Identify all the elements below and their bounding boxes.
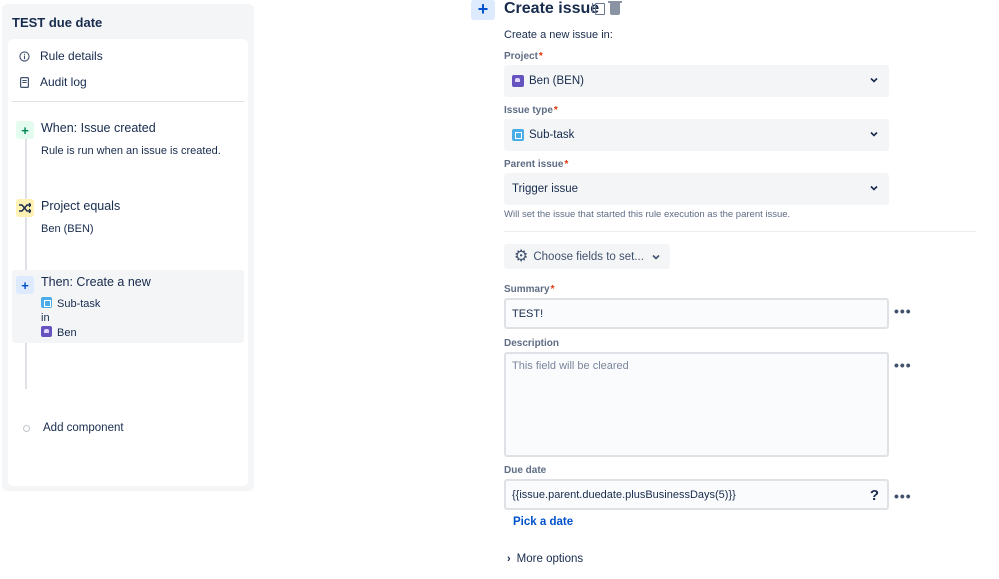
chevron-down-icon [870,77,878,83]
subtask-icon [512,129,524,141]
chevron-down-icon [652,254,660,260]
action-step[interactable]: + Then: Create a new Sub-task in Ben [12,270,244,343]
action-issue-type-label: Sub-task [57,298,101,310]
project-avatar-icon [41,326,52,337]
audit-log-label: Audit log [40,75,87,89]
trigger-title: When: Issue created [41,121,156,135]
description-textarea[interactable]: This field will be cleared [504,352,889,457]
issue-type-select[interactable]: Sub-task [504,119,889,151]
choose-fields-button[interactable]: ⚙ Choose fields to set... [504,244,670,269]
condition-step[interactable]: Project equals Ben (BEN) [12,193,244,237]
copy-icon[interactable] [592,3,605,15]
gear-icon: ⚙ [514,247,529,265]
chevron-down-icon [870,185,878,191]
summary-input[interactable]: TEST! [504,298,889,329]
rule-outline-panel: Rule details Audit log + When: Issue cre… [8,39,248,486]
due-date-input-value: {{issue.parent.duedate.plusBusinessDays(… [512,488,736,501]
parent-issue-helper: Will set the issue that started this rul… [504,209,791,220]
rule-details-label: Rule details [40,49,103,63]
due-date-input[interactable]: {{issue.parent.duedate.plusBusinessDays(… [504,479,889,510]
description-more-icon[interactable]: ••• [894,358,912,372]
action-project-label: Ben [57,327,77,339]
audit-log-link[interactable]: Audit log [18,72,87,92]
help-icon[interactable]: ? [870,487,879,504]
automation-rule-editor: TEST due date Rule details Audit log + W… [0,0,999,579]
sidebar-divider [12,101,244,102]
section-divider [504,231,976,232]
add-component-dot-icon [23,424,30,432]
action-connector: in [41,312,50,324]
condition-title: Project equals [41,199,121,213]
description-placeholder: This field will be cleared [512,360,629,372]
more-options-toggle[interactable]: › More options [507,553,583,565]
action-issue-type: Sub-task [41,297,100,310]
description-label: Description [504,338,560,349]
form-intro: Create a new issue in: [504,29,613,41]
chevron-down-icon [870,131,878,137]
action-title: Then: Create a new [41,275,151,289]
project-label: Project* [504,51,543,62]
document-icon [18,76,30,88]
subtask-icon [41,297,52,308]
more-options-label: More options [516,553,584,565]
trash-icon[interactable] [608,1,622,15]
summary-input-value: TEST! [512,307,544,320]
parent-issue-select[interactable]: Trigger issue [504,173,889,205]
parent-issue-select-value: Trigger issue [512,183,579,195]
issue-type-select-value: Sub-task [529,129,575,141]
issue-type-label: Issue type* [504,105,558,116]
action-plus-icon-header: + [471,0,495,20]
trigger-description: Rule is run when an issue is created. [41,145,221,157]
shuffle-icon [16,199,34,217]
due-date-more-icon[interactable]: ••• [894,489,912,503]
add-component-label: Add component [43,422,124,434]
choose-fields-label: Choose fields to set... [533,250,644,263]
summary-label: Summary* [504,284,555,295]
chevron-right-icon: › [507,553,511,565]
summary-more-icon[interactable]: ••• [894,304,912,318]
action-project: Ben [41,326,77,339]
pick-a-date-link[interactable]: Pick a date [513,516,573,528]
rule-title: TEST due date [12,15,103,30]
trigger-step[interactable]: + When: Issue created Rule is run when a… [12,115,244,165]
project-select[interactable]: Ben (BEN) [504,65,889,97]
add-component-button[interactable]: Add component [23,422,124,434]
trigger-plus-icon: + [16,121,34,139]
due-date-label: Due date [504,465,547,476]
title-tools [592,1,622,15]
condition-value: Ben (BEN) [41,223,94,235]
action-plus-icon: + [16,276,34,294]
rule-details-link[interactable]: Rule details [18,46,103,66]
rule-sidebar: TEST due date Rule details Audit log + W… [2,4,254,491]
form-title: Create issue [504,0,600,17]
rule-flow-line [25,139,27,389]
parent-issue-label: Parent issue* [504,159,569,170]
project-select-value: Ben (BEN) [529,75,584,87]
info-icon [18,50,30,62]
project-avatar-icon [512,75,524,87]
